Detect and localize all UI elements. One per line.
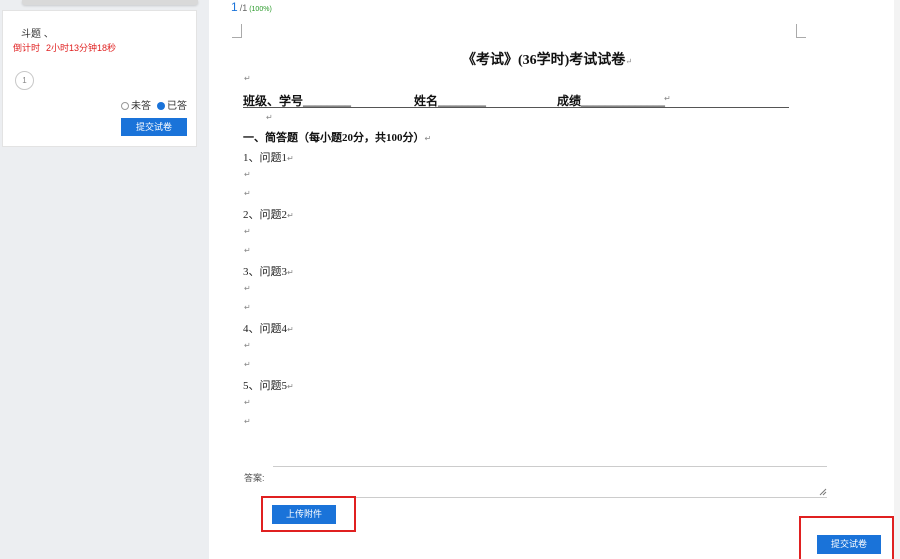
paragraph-mark: ↵ (244, 303, 251, 312)
section-heading: 一、简答题（每小题20分，共100分）↵ (243, 129, 431, 145)
paragraph-mark: ↵ (244, 170, 251, 179)
submit-exam-button[interactable]: 提交试卷 (817, 535, 881, 554)
section-heading-text: 一、简答题（每小题20分，共100分） (243, 132, 425, 144)
page-total: /1 (239, 3, 248, 13)
question-text: 2、问题2 (243, 209, 287, 221)
paragraph-mark: ↵ (244, 341, 251, 350)
paragraph-mark: ↵ (244, 284, 251, 293)
question-item: 3、问题3↵ (243, 263, 294, 279)
paragraph-mark: ↵ (244, 398, 251, 407)
card-title: 斗题 、 (21, 29, 54, 40)
paragraph-mark: ↵ (244, 74, 251, 83)
answer-legend: 未答 已答 (121, 97, 187, 112)
answer-textarea[interactable] (273, 466, 827, 498)
name-field: 姓名________ (414, 94, 487, 108)
class-id-field: 班级、学号________ (243, 94, 352, 108)
paragraph-mark: ↵ (625, 57, 633, 66)
page-current: 1 (231, 0, 238, 14)
paragraph-mark: ↵ (424, 134, 432, 143)
legend-unanswered: 未答 (131, 101, 151, 112)
paragraph-mark: ↵ (287, 325, 294, 334)
question-item: 4、问题4↵ (243, 320, 294, 336)
paragraph-mark: ↵ (244, 227, 251, 236)
paragraph-mark: ↵ (287, 211, 294, 220)
question-text: 1、问题1 (243, 152, 287, 164)
paragraph-mark: ↵ (664, 94, 671, 103)
answer-label: 答案: (244, 473, 265, 483)
document-title-row: 《考试》(36学时)考试试卷↵ (0, 49, 900, 69)
paragraph-mark: ↵ (287, 382, 294, 391)
paragraph-mark: ↵ (266, 113, 273, 122)
resize-handle-icon[interactable] (819, 488, 827, 496)
answered-dot-icon (157, 102, 165, 110)
page-corner-top-right (796, 24, 806, 38)
question-item: 1、问题1↵ (243, 149, 294, 165)
question-item: 5、问题5↵ (243, 377, 294, 393)
top-tab-strip (22, 0, 198, 5)
exam-status-card: 斗题 、 倒计时 2小时13分钟18秒 1 未答 已答 提交试卷 (2, 10, 197, 147)
paragraph-mark: ↵ (244, 417, 251, 426)
unanswered-dot-icon (121, 102, 129, 110)
page-indicator: 1/1 (100%) (231, 0, 272, 14)
question-text: 3、问题3 (243, 266, 287, 278)
paragraph-mark: ↵ (244, 189, 251, 198)
paragraph-mark: ↵ (287, 268, 294, 277)
upload-attachment-button[interactable]: 上传附件 (272, 505, 336, 524)
paragraph-mark: ↵ (244, 360, 251, 369)
zoom-level: (100%) (249, 6, 272, 13)
question-number-1[interactable]: 1 (15, 71, 34, 90)
question-text: 4、问题4 (243, 323, 287, 335)
document-title: 《考试》(36学时)考试试卷 (461, 53, 626, 68)
page-corner-top-left (232, 24, 242, 38)
question-text: 5、问题5 (243, 380, 287, 392)
paragraph-mark: ↵ (244, 246, 251, 255)
paragraph-mark: ↵ (287, 154, 294, 163)
scrollbar-track[interactable] (894, 0, 900, 559)
sidebar-submit-button[interactable]: 提交试卷 (121, 118, 187, 136)
score-field: 成绩______________ (557, 94, 666, 108)
student-info-row: 班级、学号________ 姓名________ 成绩_____________… (243, 92, 789, 108)
legend-answered: 已答 (167, 101, 187, 112)
question-item: 2、问题2↵ (243, 206, 294, 222)
